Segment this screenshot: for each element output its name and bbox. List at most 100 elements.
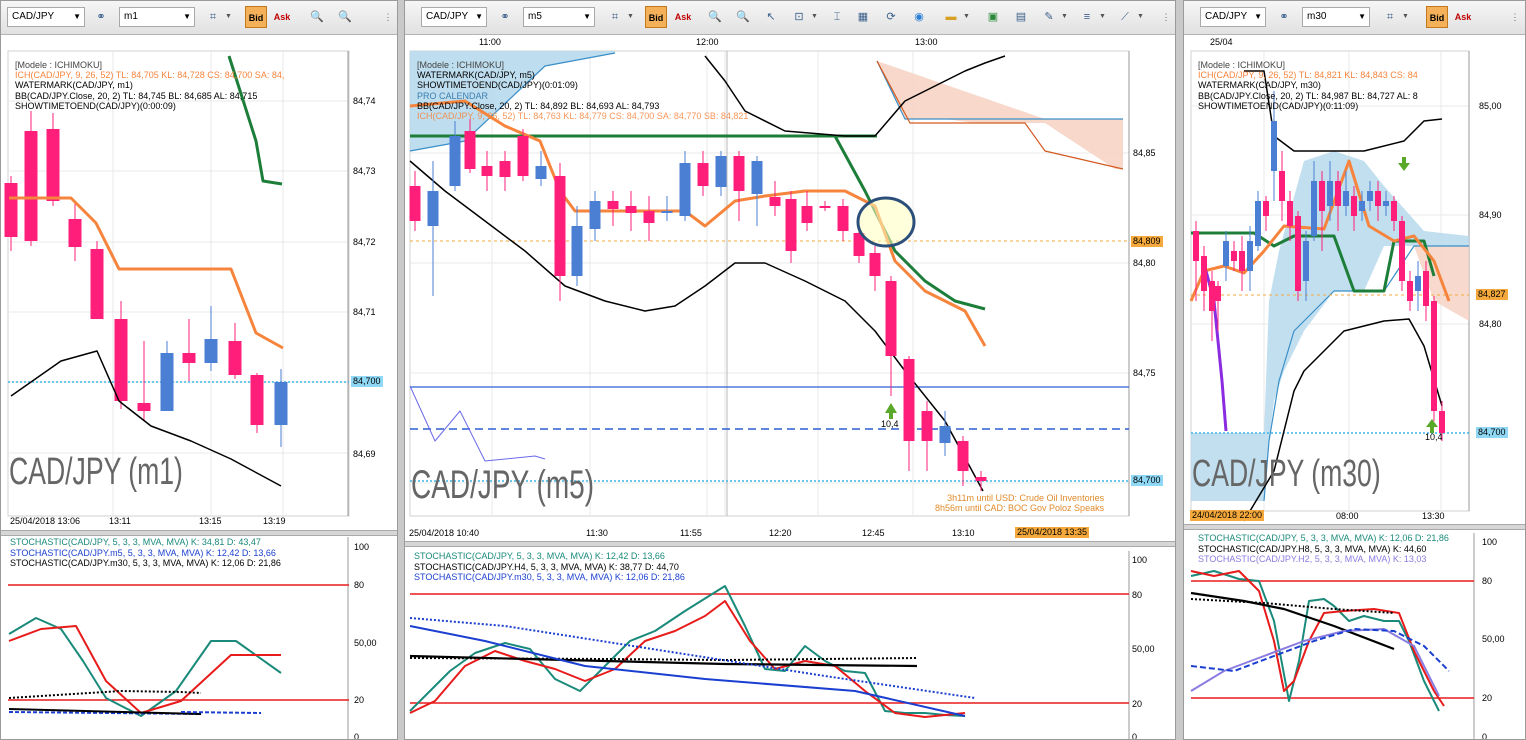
candle-body bbox=[1295, 216, 1301, 291]
candle-body bbox=[554, 176, 566, 276]
arrow-value: 10,4 bbox=[881, 419, 899, 429]
candle-body bbox=[481, 166, 493, 176]
stoch-h2-d bbox=[1190, 628, 1450, 672]
candle-body bbox=[114, 319, 128, 401]
stochastic-legend: STOCHASTIC(CAD/JPY, 5, 3, 3, MVA, MVA) K… bbox=[1198, 533, 1449, 565]
candle-body bbox=[975, 477, 987, 481]
time-marker: 12:00 bbox=[696, 37, 719, 47]
time-tick: 11:55 bbox=[680, 528, 702, 538]
price-chart-m1[interactable] bbox=[1, 1, 398, 740]
candle-body bbox=[1247, 241, 1253, 271]
candle-body bbox=[1399, 221, 1405, 281]
legend-line: STOCHASTIC(CAD/JPY.H8, 5, 3, 3, MVA, MVA… bbox=[1198, 543, 1427, 554]
tenkan-line bbox=[9, 196, 284, 350]
time-tick: 13:11 bbox=[109, 516, 131, 526]
chikou-line bbox=[409, 385, 546, 462]
time-tick: 12:45 bbox=[862, 528, 885, 538]
candle-body bbox=[921, 411, 933, 441]
legend-line: STOCHASTIC(CAD/JPY, 5, 3, 3, MVA, MVA) K… bbox=[10, 537, 261, 547]
candle-body bbox=[1367, 191, 1373, 201]
candle-body bbox=[869, 253, 881, 276]
candle-body bbox=[571, 226, 583, 276]
candle-body bbox=[228, 341, 242, 375]
plot-frame bbox=[7, 50, 350, 517]
pane-splitter[interactable] bbox=[1, 530, 397, 536]
buy-arrow-icon bbox=[1426, 419, 1438, 433]
time-tick: 13:30 bbox=[1422, 511, 1445, 521]
candle-body bbox=[160, 353, 174, 411]
price-tick: 84,90 bbox=[1479, 210, 1502, 220]
chart-panel-m30: CAD/JPY ▼ ⚭ m30 ▼ ⌗ ▼ Bid Ask ⋮ 25/04 [Mod… bbox=[1183, 0, 1526, 740]
highlight-ellipse bbox=[856, 196, 916, 248]
stoch-h4-d bbox=[409, 657, 918, 661]
price-chart-m30[interactable] bbox=[1184, 1, 1526, 740]
candle-body bbox=[1231, 251, 1237, 261]
level-price-badge: 84,809 bbox=[1131, 236, 1163, 247]
event-line: 8h56m until CAD: BOC Gov Poloz Speaks bbox=[935, 503, 1105, 513]
price-tick: 84,69 bbox=[353, 449, 376, 459]
candle-body bbox=[1359, 201, 1365, 211]
level-price-badge: 84,827 bbox=[1476, 289, 1508, 300]
pane-splitter[interactable] bbox=[1184, 524, 1525, 530]
candle-body bbox=[1439, 411, 1445, 433]
candle-body bbox=[733, 156, 745, 191]
candle-body bbox=[785, 199, 797, 251]
stoch-level: 50,00 bbox=[1482, 634, 1505, 644]
price-tick: 84,73 bbox=[353, 166, 376, 176]
candle-body bbox=[1271, 121, 1277, 171]
price-tick: 84,85 bbox=[1133, 148, 1156, 158]
indicator-legend: [Modele : ICHIMOKU] WATERMARK(CAD/JPY, m… bbox=[417, 60, 748, 121]
candle-body bbox=[1335, 181, 1341, 206]
legend-line: BB(CAD/JPY.Close, 20, 2) TL: 84,987 BL: … bbox=[1198, 90, 1418, 101]
legend-line: SHOWTIMETOEND(CAD/JPY)(0:01:09) bbox=[417, 80, 578, 91]
time-tick: 25/04/2018 13:06 bbox=[10, 516, 81, 526]
candle-body bbox=[697, 163, 709, 186]
stoch-m30-d bbox=[180, 711, 262, 714]
legend-line: ICH(CAD/JPY, 9, 26, 52) TL: 84,821 KL: 8… bbox=[1198, 70, 1418, 81]
legend-line: [Modele : ICHIMOKU] bbox=[15, 60, 103, 70]
start-time-badge: 24/04/2018 22:00 bbox=[1190, 510, 1265, 521]
candle-body bbox=[274, 382, 288, 425]
candle-body bbox=[1311, 181, 1317, 236]
candle-body bbox=[643, 211, 655, 223]
candle-body bbox=[1351, 196, 1357, 216]
candle-body bbox=[1223, 241, 1229, 266]
price-tick: 84,75 bbox=[1133, 368, 1156, 378]
price-tick: 85,00 bbox=[1479, 101, 1502, 111]
candle-body bbox=[1327, 181, 1333, 206]
stoch-level: 20 bbox=[1132, 699, 1143, 709]
candle-body bbox=[449, 136, 461, 186]
candle-body bbox=[1423, 271, 1429, 306]
legend-line: SHOWTIMETOEND(CAD/JPY)(0:00:09) bbox=[15, 100, 176, 111]
candle-body bbox=[957, 441, 969, 471]
legend-line: [Modele : ICHIMOKU] bbox=[417, 60, 505, 70]
candle-body bbox=[90, 249, 104, 319]
legend-line: WATERMARK(CAD/JPY, m5) bbox=[417, 70, 535, 81]
candle-body bbox=[837, 206, 849, 231]
indicator-legend: [Modele : ICHIMOKU] ICH(CAD/JPY, 9, 26, … bbox=[15, 60, 284, 111]
candle-body bbox=[535, 166, 547, 179]
time-tick: 13:10 bbox=[952, 528, 975, 538]
legend-line: STOCHASTIC(CAD/JPY, 5, 3, 3, MVA, MVA) K… bbox=[1198, 533, 1449, 543]
time-marker: 25/04 bbox=[1210, 37, 1233, 47]
stoch-level: 50,00 bbox=[354, 638, 377, 648]
last-price-badge: 84,700 bbox=[1131, 475, 1163, 486]
candle-body bbox=[819, 206, 831, 208]
stoch-h2 bbox=[1190, 628, 1440, 697]
legend-line: STOCHASTIC(CAD/JPY.H4, 5, 3, 3, MVA, MVA… bbox=[414, 561, 679, 572]
stochastic-legend: STOCHASTIC(CAD/JPY, 5, 3, 3, MVA, MVA) K… bbox=[414, 551, 685, 583]
candle-body bbox=[1255, 201, 1261, 246]
legend-line: WATERMARK(CAD/JPY, m1) bbox=[15, 80, 133, 91]
indicator-legend: [Modele : ICHIMOKU] ICH(CAD/JPY, 9, 26, … bbox=[1198, 60, 1418, 111]
candle-body bbox=[1209, 281, 1215, 311]
candle-body bbox=[204, 339, 218, 363]
pane-splitter[interactable] bbox=[405, 541, 1175, 547]
stoch-level: 50,00 bbox=[1132, 644, 1155, 654]
legend-line: STOCHASTIC(CAD/JPY.m5, 5, 3, 3, MVA, MVA… bbox=[10, 547, 276, 558]
time-marker: 11:00 bbox=[479, 37, 501, 47]
time-tick: 13:15 bbox=[199, 516, 222, 526]
candle-body bbox=[464, 131, 476, 169]
candle-body bbox=[137, 403, 151, 411]
candle-body bbox=[1319, 181, 1325, 211]
stoch-level: 80 bbox=[354, 580, 365, 590]
